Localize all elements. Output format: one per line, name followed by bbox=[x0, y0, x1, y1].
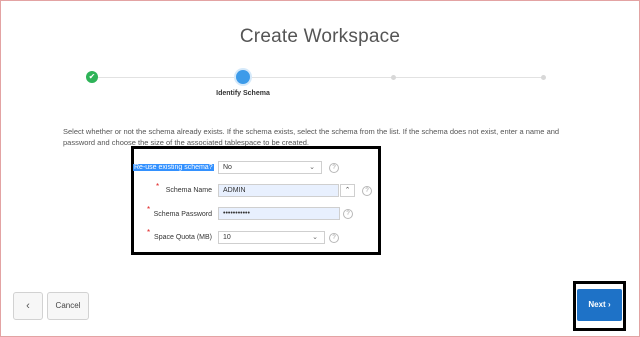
reuse-schema-select[interactable]: No ⌄ bbox=[218, 161, 322, 174]
help-icon[interactable]: ? bbox=[343, 209, 353, 219]
chevron-left-icon: ‹ bbox=[26, 300, 30, 312]
schema-password-input[interactable]: ••••••••••• bbox=[218, 207, 340, 220]
cancel-button[interactable]: Cancel bbox=[47, 292, 89, 320]
next-button[interactable]: Next › bbox=[577, 289, 622, 321]
current-step-label: Identify Schema bbox=[216, 90, 270, 97]
required-marker: * bbox=[156, 182, 160, 191]
step-pending-indicator bbox=[541, 75, 546, 80]
space-quota-label: Space Quota (MB) bbox=[154, 234, 212, 241]
help-icon[interactable]: ? bbox=[329, 163, 339, 173]
step-current-indicator bbox=[236, 70, 250, 84]
step-pending-indicator bbox=[391, 75, 396, 80]
back-button[interactable]: ‹ bbox=[13, 292, 43, 320]
reuse-schema-label: Re-use existing schema? bbox=[133, 164, 214, 171]
space-quota-select[interactable]: 10 ⌄ bbox=[218, 231, 325, 244]
page-title: Create Workspace bbox=[239, 26, 401, 47]
chevron-down-icon: ⌄ bbox=[312, 234, 318, 241]
step-complete-check-icon: ✔ bbox=[86, 71, 98, 83]
chevron-right-icon: › bbox=[607, 300, 611, 309]
wizard-connector bbox=[94, 77, 244, 78]
help-icon[interactable]: ? bbox=[362, 186, 372, 196]
wizard-connector bbox=[394, 77, 544, 78]
help-icon[interactable]: ? bbox=[329, 233, 339, 243]
wizard-connector bbox=[244, 77, 394, 78]
wizard-progress: ✔ Identify Schema bbox=[86, 70, 546, 102]
schema-name-label: Schema Name bbox=[165, 187, 212, 194]
schema-password-label: Schema Password bbox=[153, 211, 212, 218]
chevron-up-icon[interactable]: ⌃ bbox=[340, 184, 355, 197]
instructions-text: Select whether or not the schema already… bbox=[63, 127, 560, 147]
chevron-down-icon: ⌄ bbox=[309, 164, 315, 171]
schema-name-input[interactable]: ADMIN bbox=[218, 184, 339, 197]
